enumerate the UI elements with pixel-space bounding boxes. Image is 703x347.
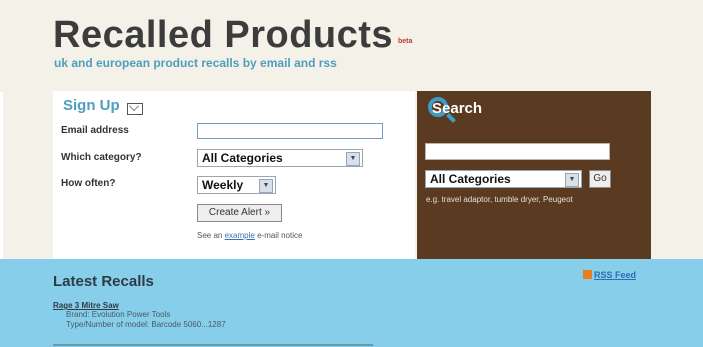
page: Recalled Products beta uk and european p… [0,0,703,347]
signup-panel: Sign Up Email address Which category? Al… [53,91,415,259]
create-alert-button[interactable]: Create Alert » [197,204,282,222]
rss-feed-link[interactable]: RSS Feed [583,270,636,280]
site-title[interactable]: Recalled Products [53,14,393,57]
frequency-select-value: Weekly [202,178,244,192]
example-email-link[interactable]: example [225,231,255,240]
search-category-value: All Categories [430,172,511,186]
rss-feed-label[interactable]: RSS Feed [594,270,636,280]
search-heading: Search [432,100,483,117]
example-suffix: e-mail notice [257,231,303,240]
email-field[interactable] [197,123,383,139]
beta-badge: beta [398,38,413,45]
example-email-note: See an example e-mail notice [197,231,302,240]
recall-item-brand: Brand: Evolution Power Tools [66,310,171,319]
signup-heading: Sign Up [63,97,120,114]
search-panel: Search All Categories ▼ Go e.g. travel a… [417,91,651,259]
category-label: Which category? [61,152,142,163]
latest-recalls-heading: Latest Recalls [53,273,154,290]
site-tagline: uk and european product recalls by email… [54,56,337,70]
site-header: Recalled Products beta uk and european p… [0,0,703,92]
search-input[interactable] [425,143,610,160]
rss-icon[interactable] [583,270,592,279]
recall-item-title[interactable]: Rage 3 Mitre Saw [53,301,119,310]
example-prefix: See an [197,231,223,240]
chevron-down-icon[interactable]: ▼ [259,179,273,193]
recall-item-model: Type/Number of model: Barcode 5060...128… [66,320,226,329]
search-hint: e.g. travel adaptor, tumble dryer, Peuge… [426,195,573,204]
category-select[interactable]: All Categories ▼ [197,149,363,167]
recall-item-more [53,344,373,346]
frequency-select[interactable]: Weekly ▼ [197,176,276,194]
search-category-select[interactable]: All Categories ▼ [425,170,582,188]
category-select-value: All Categories [202,151,283,165]
envelope-icon [127,103,143,115]
latest-recalls-section: Latest Recalls RSS Feed Rage 3 Mitre Saw… [0,259,703,347]
email-label: Email address [61,125,129,136]
chevron-down-icon[interactable]: ▼ [346,152,360,166]
frequency-label: How often? [61,178,116,189]
chevron-down-icon[interactable]: ▼ [565,173,579,187]
go-button[interactable]: Go [589,170,611,188]
